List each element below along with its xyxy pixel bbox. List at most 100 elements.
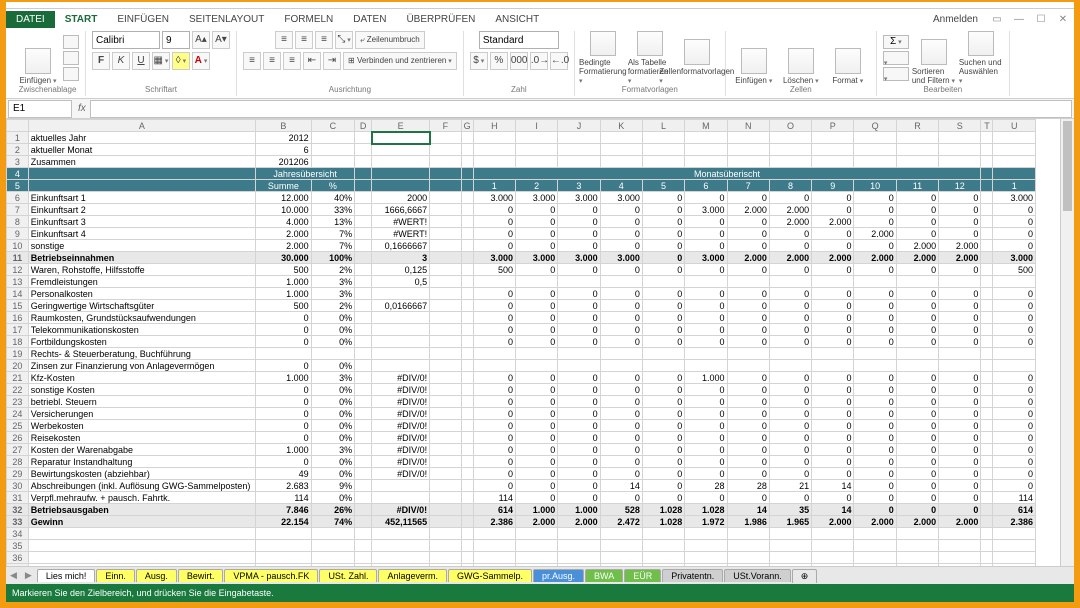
cell[interactable] [311,540,355,552]
cell[interactable]: 1.000 [256,288,312,300]
cell[interactable] [355,276,372,288]
cell[interactable] [727,348,769,360]
cell[interactable] [685,156,727,168]
cell[interactable] [600,156,642,168]
underline-button[interactable]: U [132,52,150,70]
row-header[interactable]: 19 [7,348,29,360]
cell[interactable] [430,408,461,420]
cell[interactable]: 0 [769,300,811,312]
cell[interactable]: 0 [473,456,515,468]
cell[interactable] [558,528,600,540]
row-header[interactable]: 36 [7,552,29,564]
cell[interactable]: 2.386 [473,516,515,528]
cell[interactable] [515,276,557,288]
col-header[interactable]: B [256,120,312,132]
cell[interactable] [981,396,993,408]
sheet-tab-anlage[interactable]: Anlageverm. [378,569,447,582]
italic-button[interactable]: K [112,52,130,70]
row-header[interactable]: 34 [7,528,29,540]
cell[interactable] [993,552,1036,564]
cell[interactable]: 0 [896,192,938,204]
cell[interactable]: 3.000 [685,204,727,216]
cell[interactable]: 0,5 [372,276,430,288]
cell[interactable] [461,228,473,240]
cell[interactable]: 0 [515,408,557,420]
cell[interactable]: 0 [854,444,896,456]
cell[interactable] [473,276,515,288]
cell[interactable]: 0 [600,432,642,444]
cell[interactable] [769,360,811,372]
cell[interactable]: 0 [558,204,600,216]
cell[interactable]: Geringwertige Wirtschaftsgüter [28,300,255,312]
cell[interactable] [372,492,430,504]
cell[interactable]: 0 [727,444,769,456]
cell[interactable]: 2.000 [256,228,312,240]
cell[interactable] [430,360,461,372]
cell[interactable] [372,156,430,168]
cell[interactable]: 0 [727,408,769,420]
cell[interactable]: 0 [256,408,312,420]
cell[interactable] [812,156,854,168]
cell[interactable] [473,540,515,552]
cell[interactable]: 0 [896,300,938,312]
cell[interactable] [939,552,981,564]
cell[interactable]: 0 [896,432,938,444]
cell[interactable] [430,216,461,228]
cell[interactable]: 0 [993,300,1036,312]
cell[interactable]: 0 [600,420,642,432]
col-header[interactable]: F [430,120,461,132]
font-name-select[interactable] [92,31,160,49]
cell[interactable] [430,240,461,252]
cell[interactable] [515,552,557,564]
cell[interactable] [981,408,993,420]
col-header[interactable] [7,120,29,132]
cell[interactable] [311,564,355,567]
col-header[interactable]: A [28,120,255,132]
cell[interactable]: 3% [311,288,355,300]
cell[interactable] [558,132,600,144]
cell[interactable]: 0 [854,504,896,516]
cell[interactable] [642,156,684,168]
cell[interactable] [28,540,255,552]
cell[interactable] [372,132,430,144]
cell[interactable]: 0 [854,432,896,444]
cell[interactable] [896,564,938,567]
cell[interactable]: aktueller Monat [28,144,255,156]
cell[interactable]: 0 [558,264,600,276]
cell[interactable]: 2.000 [769,216,811,228]
cell[interactable]: 0 [812,228,854,240]
cell[interactable]: 0 [600,492,642,504]
cell[interactable]: 0 [769,420,811,432]
cell[interactable]: 0 [939,312,981,324]
cell[interactable] [993,132,1036,144]
cell[interactable] [981,516,993,528]
font-size-select[interactable] [162,31,190,49]
cell[interactable]: 0 [473,288,515,300]
ribbon-opts-icon[interactable]: ▭ [986,14,1008,25]
cell[interactable]: sonstige Kosten [28,384,255,396]
cell[interactable]: 0 [515,456,557,468]
cell[interactable]: 0 [993,216,1036,228]
row-header[interactable]: 13 [7,276,29,288]
cell[interactable]: 0% [311,468,355,480]
cell[interactable] [461,444,473,456]
cell[interactable]: 0 [896,420,938,432]
cell[interactable]: Einkunftsart 1 [28,192,255,204]
cell[interactable] [896,528,938,540]
cell[interactable] [727,528,769,540]
row-header[interactable]: 15 [7,300,29,312]
cell[interactable]: 4.000 [256,216,312,228]
cell[interactable] [769,156,811,168]
cell[interactable] [642,348,684,360]
cell[interactable] [355,552,372,564]
cell[interactable] [461,132,473,144]
tab-ueberpruefen[interactable]: ÜBERPRÜFEN [396,11,485,28]
cell[interactable]: 1.965 [769,516,811,528]
cell[interactable]: 0 [473,300,515,312]
cell[interactable]: 14 [727,504,769,516]
cell[interactable] [430,456,461,468]
cell[interactable]: 0 [600,216,642,228]
format-cells-button[interactable]: Format [826,31,870,85]
cell[interactable]: Werbekosten [28,420,255,432]
cell[interactable] [430,300,461,312]
